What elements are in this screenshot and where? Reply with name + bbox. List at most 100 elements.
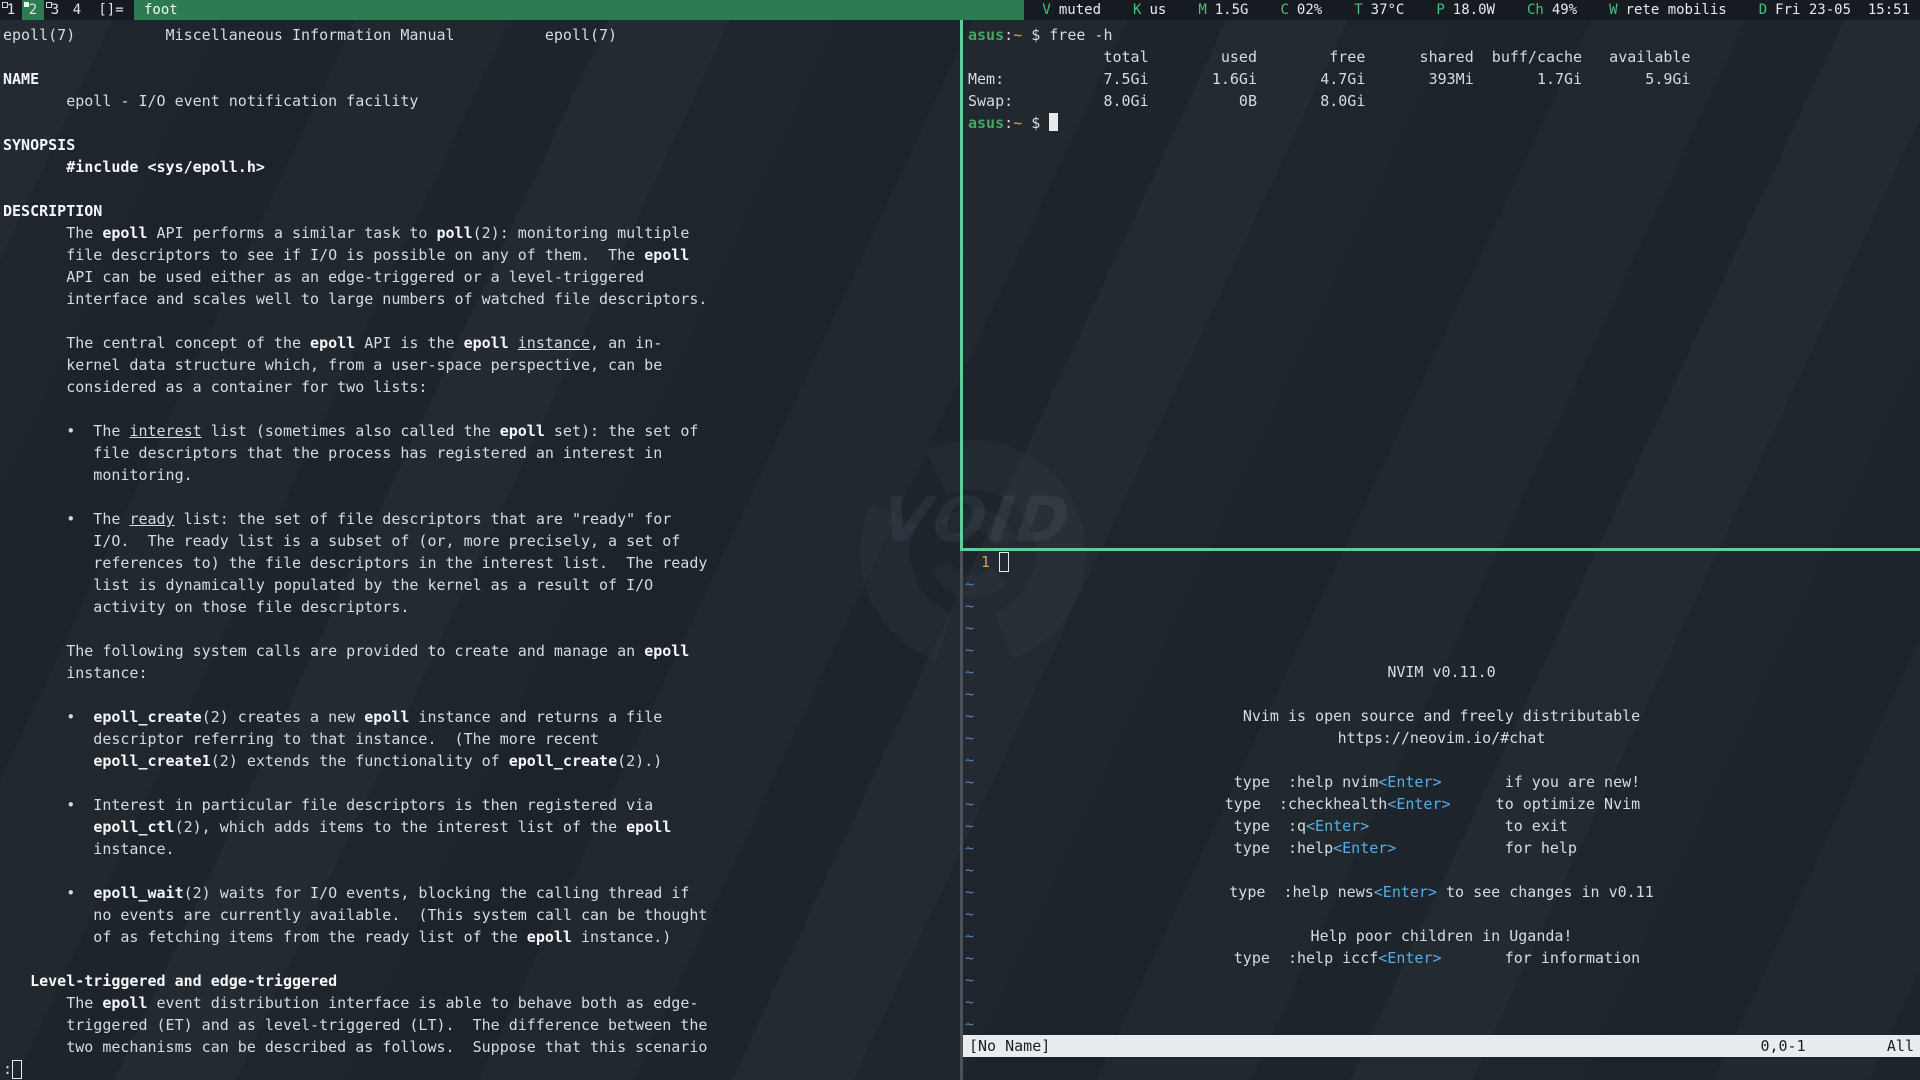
prompt-username: asus [968,114,1004,132]
status-key: Ch [1527,2,1544,18]
nvim-row: ~type :help nvim<Enter> if you are new! [963,771,1920,793]
nvim-tilde: ~ [965,617,974,639]
workspace-tag-1[interactable]: 1 [0,0,22,20]
shell-output: asus:~ $ free -h total used free shared … [968,24,1920,134]
status-value: 1.5G [1215,2,1249,18]
workspace-tag-2[interactable]: 2 [22,0,44,20]
status-key: D [1759,2,1767,18]
status-value: rete mobilis [1626,2,1727,18]
tag-occupied-indicator [24,2,29,7]
status-value: 49% [1552,2,1577,18]
nvim-row: ~ [963,749,1920,771]
nvim-buffer: 1 ~~~~~NVIM v0.11.0~~Nvim is open source… [963,551,1920,1035]
pager-prompt: : [3,1058,12,1080]
shell-terminal[interactable]: asus:~ $ free -h total used free shared … [960,20,1920,551]
top-bar: 1234 []= foot VmutedKusM1.5GC02%T37°CP18… [0,0,1920,20]
nvim-tilde: ~ [965,1013,974,1035]
man-text-line: The central concept of the epoll API is … [3,332,957,354]
man-text-line: epoll - I/O event notification facility [3,90,957,112]
status-item-m: M 1.5G [1198,2,1248,18]
status-value: 02% [1297,2,1322,18]
man-text-line: file descriptors to see if I/O is possib… [3,244,957,266]
man-page-terminal[interactable]: epoll(7) Miscellaneous Information Manua… [0,20,957,1080]
nvim-intro-line: https://neovim.io/#chat [963,727,1920,749]
nvim-intro-line: type :help nvim<Enter> if you are new! [963,771,1920,793]
nvim-statusline: [No Name] 0,0-1 All [963,1035,1920,1057]
status-value: muted [1059,2,1101,18]
nvim-tilde: ~ [965,639,974,661]
workspace-tag-4[interactable]: 4 [66,0,88,20]
status-key: T [1354,2,1362,18]
nvim-intro-line: type :q<Enter> to exit [963,815,1920,837]
man-text-line [3,772,957,794]
man-text-line: • The ready list: the set of file descri… [3,508,957,530]
man-text-line [3,178,957,200]
layout-symbol[interactable]: []= [88,0,134,20]
status-modules: VmutedKusM1.5GC02%T37°CP18.0WCh49%Wrete … [1024,0,1920,20]
workspace-tags: 1234 [0,0,88,20]
man-text-line: no events are currently available. (This… [3,904,957,926]
man-text-line [3,684,957,706]
prompt-separator: : [1004,114,1013,132]
nvim-intro-line: Nvim is open source and freely distribut… [963,705,1920,727]
tag-label: 2 [29,2,37,18]
nvim-row: ~https://neovim.io/#chat [963,727,1920,749]
nvim-row: ~ [963,969,1920,991]
status-item-w: Wrete mobilis [1609,2,1727,18]
nvim-row: ~ [963,1013,1920,1035]
man-text-line: interface and scales well to large numbe… [3,288,957,310]
man-text-line [3,618,957,640]
nvim-intro-line: NVIM v0.11.0 [963,661,1920,683]
nvim-row: ~Help poor children in Uganda! [963,925,1920,947]
man-text-line: NAME [3,68,957,90]
nvim-row: ~ [963,617,1920,639]
shell-prompt-line: asus:~ $ [968,112,1920,134]
status-key: M [1198,2,1206,18]
nvim-row: ~type :checkhealth<Enter> to optimize Nv… [963,793,1920,815]
tag-label: 3 [51,2,59,18]
shell-cursor [1049,113,1058,131]
man-text-line: • epoll_create(2) creates a new epoll in… [3,706,957,728]
nvim-buffer-name: [No Name] [969,1035,1050,1057]
nvim-row: ~type :help iccf<Enter> for information [963,947,1920,969]
man-text-line: The epoll API performs a similar task to… [3,222,957,244]
neovim-window[interactable]: 1 ~~~~~NVIM v0.11.0~~Nvim is open source… [960,551,1920,1080]
man-text-line: descriptor referring to that instance. (… [3,728,957,750]
status-key: C [1280,2,1288,18]
man-text-line [3,310,957,332]
status-value: 18.0W [1453,2,1495,18]
prompt-symbol: $ [1022,114,1049,132]
nvim-tilde: ~ [965,969,974,991]
man-text-line: activity on those file descriptors. [3,596,957,618]
man-text-line: epoll_ctl(2), which adds items to the in… [3,816,957,838]
nvim-row: ~ [963,595,1920,617]
man-page-text: epoll(7) Miscellaneous Information Manua… [3,24,957,1058]
nvim-row: ~ [963,639,1920,661]
prompt-symbol: $ [1022,26,1049,44]
prompt-separator: : [1004,26,1013,44]
man-text-line: epoll(7) Miscellaneous Information Manua… [3,24,957,46]
nvim-intro-line: Help poor children in Uganda! [963,925,1920,947]
status-key: V [1042,2,1050,18]
nvim-tilde: ~ [965,903,974,925]
prompt-username: asus [968,26,1004,44]
status-item-v: Vmuted [1042,2,1101,18]
nvim-row: 1 [963,551,1920,573]
nvim-tilde: ~ [965,595,974,617]
status-item-ch: Ch 49% [1527,2,1577,18]
nvim-row: ~type :help news<Enter> to see changes i… [963,881,1920,903]
man-text-line: API can be used either as an edge-trigge… [3,266,957,288]
nvim-row: ~ [963,991,1920,1013]
status-key: W [1609,2,1617,18]
free-output-line: Swap: 8.0Gi 0B 8.0Gi [968,90,1920,112]
man-text-line: considered as a container for two lists: [3,376,957,398]
nvim-cmdline [963,1057,1920,1080]
man-text-line [3,860,957,882]
shell-command-line: asus:~ $ free -h [968,24,1920,46]
workspace-tag-3[interactable]: 3 [44,0,66,20]
man-text-line: references to) the file descriptors in t… [3,552,957,574]
shell-command: free -h [1049,26,1112,44]
pager-cursor [12,1060,22,1079]
man-text-line: epoll_create1(2) extends the functionali… [3,750,957,772]
nvim-line-number: 1 [963,551,999,573]
